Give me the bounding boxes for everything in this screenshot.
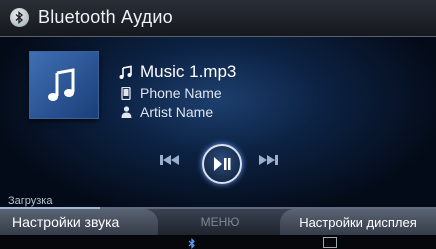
music-note-icon [48,68,75,101]
device-row: Phone Name [118,85,222,101]
track-title: Music 1.mp3 [140,62,237,81]
bluetooth-audio-screen: Bluetooth Аудио Music 1.mp3 Phone Name A… [0,0,436,249]
phone-icon [118,86,134,100]
track-title-row: Music 1.mp3 [118,62,236,82]
artist-row: Artist Name [118,104,213,120]
next-track-button[interactable] [257,153,279,172]
bluetooth-icon [10,8,29,27]
sound-settings-button[interactable]: Настройки звука [0,209,158,235]
previous-track-icon [160,155,179,165]
title-bar: Bluetooth Аудио [0,0,436,37]
previous-track-button[interactable] [159,153,181,172]
album-art [30,52,98,118]
next-track-icon [259,155,278,165]
bottom-bar: Настройки звука МЕНЮ Настройки дисплея [0,209,436,235]
play-pause-icon [214,157,231,171]
music-note-icon [118,65,134,79]
signal-badge-icon [323,237,337,248]
device-name: Phone Name [140,85,222,101]
menu-button[interactable]: МЕНЮ [190,209,250,235]
loading-label: Загрузка [8,195,53,207]
person-icon [118,106,134,118]
bluetooth-status-icon [188,236,196,249]
display-settings-button[interactable]: Настройки дисплея [280,209,436,235]
artist-name: Artist Name [140,104,214,120]
status-bar [0,235,436,249]
page-title: Bluetooth Аудио [38,7,173,27]
play-pause-button[interactable] [202,144,242,184]
